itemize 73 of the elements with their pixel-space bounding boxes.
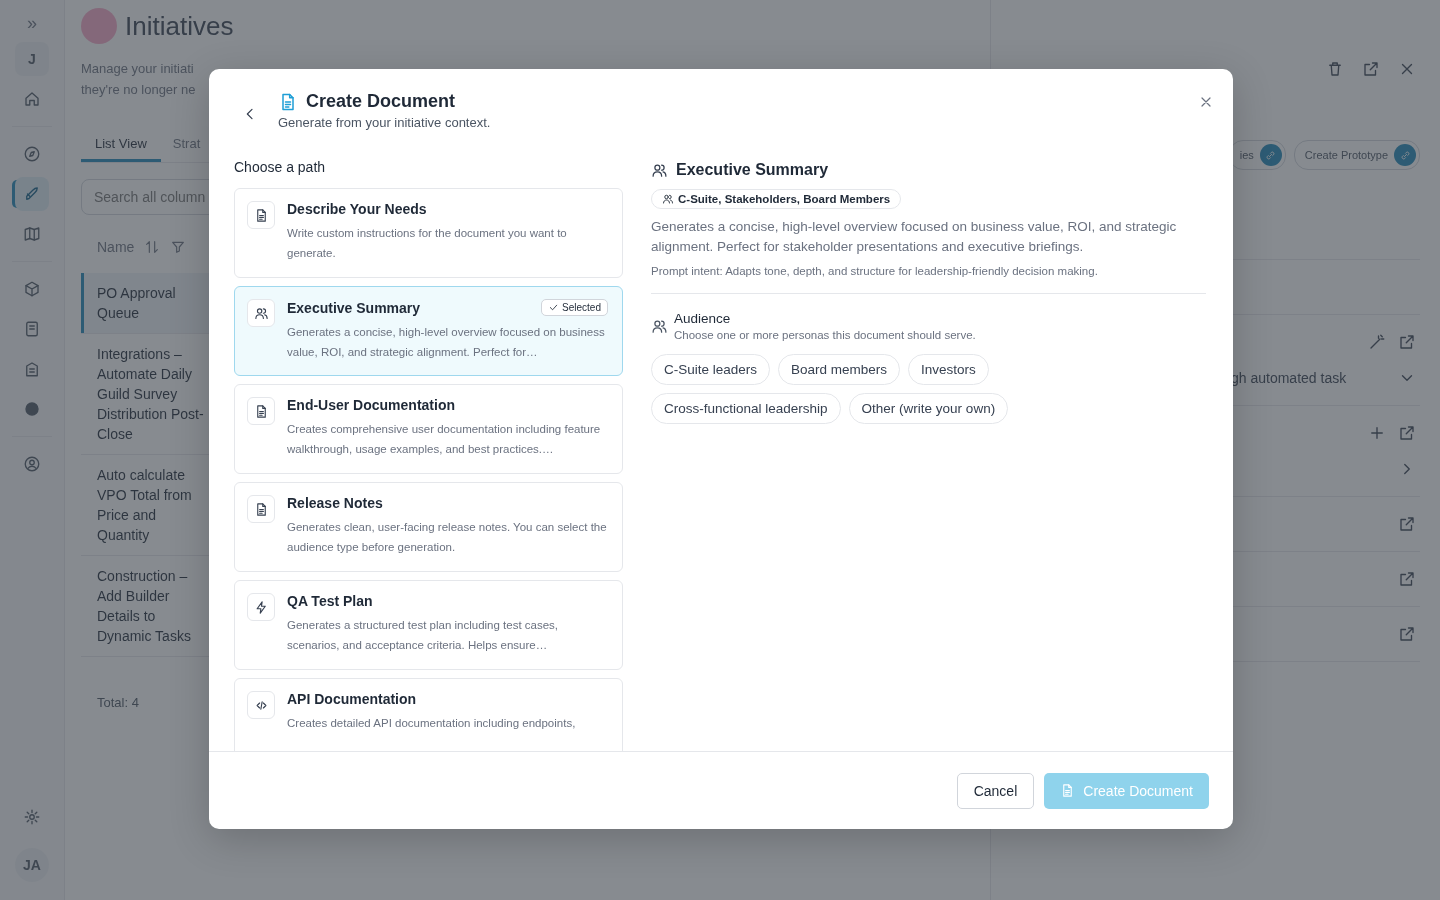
delete-icon	[1326, 60, 1344, 78]
option-description: Generates a concise, high-level overview focused on business value, ROI, and strategic alignment. Perfect for…	[287, 325, 606, 360]
code-icon	[247, 691, 275, 719]
document-icon	[247, 201, 275, 229]
view-tab[interactable]: List View	[81, 128, 161, 162]
chip-label: Create Prototype	[1304, 149, 1388, 161]
column-header: Name	[97, 239, 135, 255]
link-icon	[1394, 144, 1416, 166]
cube-icon	[23, 280, 41, 298]
option-description: Creates detailed API documentation including endpoints,	[287, 716, 577, 731]
building-icon	[23, 360, 41, 378]
link-icon	[1259, 144, 1282, 166]
magic-wand-icon	[1368, 333, 1386, 351]
path-option-card[interactable]: Release Notes Generates clean, user-facing release notes. You can select the audience type before generation.	[234, 482, 623, 572]
external-link-icon	[1398, 424, 1416, 442]
people-icon	[247, 299, 275, 327]
page-description: they're no longer ne	[81, 81, 197, 99]
audience-option[interactable]: Other (write your own)	[848, 393, 1009, 424]
option-description: Creates comprehensive user documentation including feature walkthrough, usage examples, and best practices.…	[287, 422, 602, 457]
document-icon	[247, 397, 275, 425]
external-link-icon	[1398, 333, 1416, 351]
map-icon	[23, 225, 41, 243]
option-title: Executive Summary	[287, 299, 421, 316]
audience-option[interactable]: Investors	[908, 354, 989, 385]
cancel-button[interactable]: Cancel	[956, 772, 1035, 809]
book-icon	[23, 320, 41, 338]
detail-title: Executive Summary	[676, 161, 829, 179]
filter-icon	[170, 239, 187, 255]
tag-label: C-Suite, Stakeholders, Board Members	[678, 193, 891, 205]
path-option-card[interactable]: API Documentation Creates detailed API documentation including endpoints,	[234, 678, 623, 751]
chip-label: ies	[1239, 149, 1254, 161]
audience-title: Audience	[674, 311, 732, 326]
plus-icon	[1368, 424, 1386, 442]
compass-icon	[23, 145, 41, 163]
external-link-icon	[1398, 570, 1416, 588]
option-title: Describe Your Needs	[287, 201, 427, 217]
lightning-icon	[247, 593, 275, 621]
audience-option[interactable]: C-Suite leaders	[651, 354, 771, 385]
external-link-icon	[1398, 515, 1416, 533]
section-label: Choose a path	[234, 159, 327, 175]
path-option-card[interactable]: Executive Summary Selected Generates a concise, high-level overview focused on business value, ROI, and strategic alignment. Perfect for…	[234, 286, 623, 376]
audience-option[interactable]: Cross-functional leadership	[651, 393, 841, 424]
option-title: QA Test Plan	[287, 593, 373, 609]
option-description: Write custom instructions for the document you want to generate.	[287, 226, 568, 261]
option-title: End-User Documentation	[287, 397, 455, 413]
path-option-card[interactable]: Describe Your Needs Write custom instructions for the document you want to generate.	[234, 188, 623, 278]
check-icon	[548, 302, 560, 313]
user-icon	[23, 455, 41, 473]
badge-label: Selected	[562, 302, 601, 313]
external-link-icon	[1398, 625, 1416, 643]
option-title: API Documentation	[287, 691, 417, 707]
sidebar-item[interactable]	[15, 177, 49, 211]
people-icon	[662, 193, 674, 205]
page-title: Initiatives	[125, 10, 234, 42]
dialog-title: Create Document	[306, 91, 456, 112]
circle-icon	[23, 400, 41, 418]
option-description: Generates clean, user-facing release notes. You can select the audience type before generation.	[287, 520, 608, 555]
external-link-icon	[1362, 60, 1380, 78]
sort-icon	[144, 239, 161, 255]
path-option-card[interactable]: End-User Documentation Creates comprehensive user documentation including feature walkthrough, usage examples, and best practices.…	[234, 384, 623, 474]
detail-description: Generates a concise, high-level overview focused on business value, ROI, and strategic alignment. Perfect for stakeholder presentations and executive briefings.	[651, 218, 1178, 256]
audience-option[interactable]: Board members	[778, 354, 901, 385]
page-description: Manage your initiati	[81, 60, 195, 78]
audience-hint: Choose one or more personas this document should serve.	[674, 329, 976, 341]
dialog-subtitle: Generate from your initiative context.	[278, 115, 491, 130]
option-title: Release Notes	[287, 495, 383, 511]
path-option-card[interactable]: QA Test Plan Generates a structured test plan including test cases, scenarios, and acceptance criteria. Helps ensure…	[234, 580, 623, 670]
option-description: Generates a structured test plan including test cases, scenarios, and acceptance criteria. Helps ensure…	[287, 618, 560, 653]
total-count: Total: 4	[96, 695, 140, 710]
document-icon	[247, 495, 275, 523]
home-icon	[23, 90, 41, 108]
prompt-intent: Prompt intent: Adapts tone, depth, and structure for leadership-friendly decision making.	[651, 265, 1099, 277]
initiatives-logo-icon	[81, 8, 117, 44]
